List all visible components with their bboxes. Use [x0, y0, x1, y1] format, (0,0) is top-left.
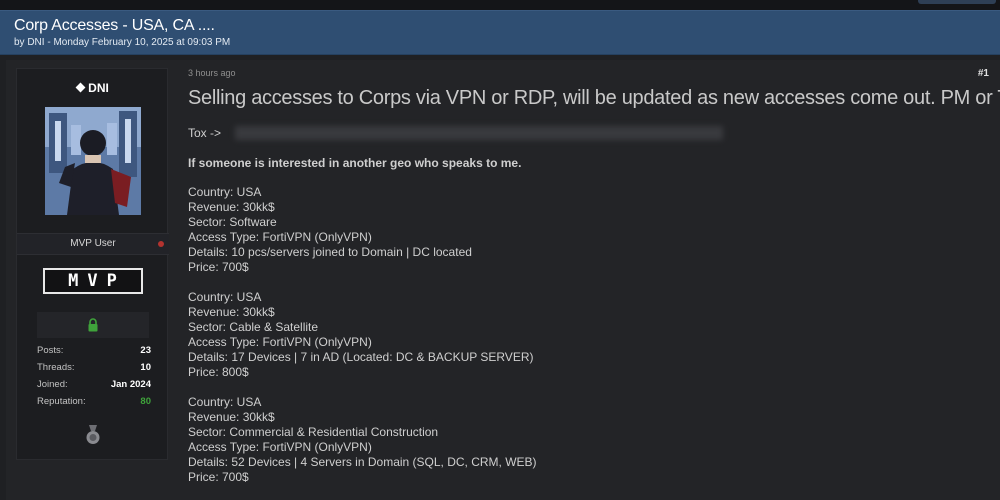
- status-dot-icon: [158, 241, 164, 247]
- stat-label: Posts:: [37, 345, 64, 356]
- lock-status: [37, 312, 149, 338]
- stat-row-threads: Threads: 10: [37, 362, 151, 379]
- listing-item: Country: USA Revenue: 30kk$ Sector: Cabl…: [188, 290, 533, 380]
- stat-value: Jan 2024: [110, 379, 151, 390]
- avatar[interactable]: [45, 107, 141, 215]
- thread-title: Corp Accesses - USA, CA ....: [14, 17, 215, 34]
- listing-details: Details: 17 Devices | 7 in AD (Located: …: [188, 350, 534, 364]
- listing-price: Price: 700$: [188, 260, 249, 274]
- listing-access-type: Access Type: FortiVPN (OnlyVPN): [188, 230, 372, 244]
- top-corner-button[interactable]: [918, 0, 996, 4]
- thread-header: Corp Accesses - USA, CA .... by DNI - Mo…: [0, 10, 1000, 55]
- user-role: MVP User: [17, 233, 169, 255]
- stat-value: 10: [140, 362, 151, 373]
- reputation-value[interactable]: 80: [140, 396, 151, 413]
- medal-icon[interactable]: [85, 425, 101, 445]
- username[interactable]: DNI: [17, 81, 169, 95]
- listing-details: Details: 10 pcs/servers joined to Domain…: [188, 245, 472, 259]
- listing-price: Price: 800$: [188, 365, 249, 379]
- stat-row-joined: Joined: Jan 2024: [37, 379, 151, 396]
- interest-note: If someone is interested in another geo …: [188, 156, 522, 170]
- stat-row-posts: Posts: 23: [37, 345, 151, 362]
- listing-details: Details: 52 Devices | 4 Servers in Domai…: [188, 455, 537, 469]
- listing-item: Country: USA Revenue: 30kk$ Sector: Soft…: [188, 185, 472, 275]
- stat-row-reputation: Reputation: 80: [37, 396, 151, 413]
- tox-line: Tox ->: [188, 126, 724, 140]
- listing-country: Country: USA: [188, 290, 262, 304]
- listing-sector: Sector: Software: [188, 215, 277, 229]
- listing-country: Country: USA: [188, 185, 262, 199]
- diamond-icon: [75, 82, 86, 93]
- stat-value: 23: [140, 345, 151, 356]
- lock-icon: [88, 318, 98, 332]
- listing-sector: Sector: Cable & Satellite: [188, 320, 319, 334]
- mvp-badge: MVP: [43, 268, 143, 294]
- stat-label: Threads:: [37, 362, 75, 373]
- listing-access-type: Access Type: FortiVPN (OnlyVPN): [188, 335, 372, 349]
- stat-label: Reputation:: [37, 396, 86, 407]
- username-text: DNI: [88, 81, 109, 95]
- listing-country: Country: USA: [188, 395, 262, 409]
- tox-id-redacted: [235, 126, 724, 140]
- listing-revenue: Revenue: 30kk$: [188, 410, 275, 424]
- listing-price: Price: 700$: [188, 470, 249, 484]
- user-role-label: MVP User: [70, 238, 116, 249]
- listing-revenue: Revenue: 30kk$: [188, 200, 275, 214]
- post-body: 3 hours ago #1 Selling accesses to Corps…: [188, 60, 1000, 500]
- listing-sector: Sector: Commercial & Residential Constru…: [188, 425, 439, 439]
- post-number[interactable]: #1: [978, 68, 989, 79]
- user-info-panel: DNI MVP User MVP Posts: 23 Threads: 10 J…: [16, 68, 169, 460]
- post-heading: Selling accesses to Corps via VPN or RDP…: [188, 87, 1000, 109]
- listing-access-type: Access Type: FortiVPN (OnlyVPN): [188, 440, 372, 454]
- post-timestamp[interactable]: 3 hours ago: [188, 68, 236, 78]
- post: DNI MVP User MVP Posts: 23 Threads: 10 J…: [6, 60, 1000, 500]
- stat-label: Joined:: [37, 379, 68, 390]
- user-stats: Posts: 23 Threads: 10 Joined: Jan 2024 R…: [37, 345, 151, 413]
- tox-label: Tox ->: [188, 126, 222, 140]
- listing-revenue: Revenue: 30kk$: [188, 305, 275, 319]
- avatar-image: [45, 107, 141, 215]
- top-bar: [0, 0, 1000, 10]
- thread-meta: by DNI - Monday February 10, 2025 at 09:…: [14, 37, 231, 48]
- listing-item: Country: USA Revenue: 30kk$ Sector: Comm…: [188, 395, 537, 485]
